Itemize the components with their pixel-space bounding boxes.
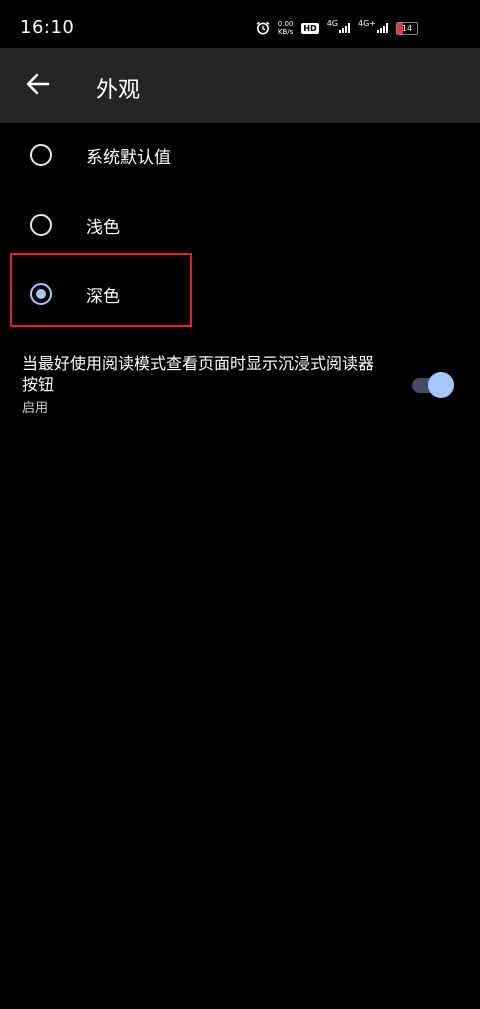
radio-button[interactable]	[30, 214, 52, 236]
setting-immersive-reader[interactable]: 当最好使用阅读模式查看页面时显示沉浸式阅读器按钮 启用	[0, 350, 480, 422]
arrow-left-icon	[25, 71, 51, 101]
toggle-thumb	[428, 372, 454, 398]
status-bar: 16:10 0.00 KB/s HD 4G 4G+ 14	[0, 0, 480, 48]
sim2-network-type: 4G+	[358, 19, 376, 28]
network-speed-unit: KB/s	[277, 28, 294, 36]
network-speed-value: 0.00	[277, 20, 294, 28]
page-title: 外观	[96, 78, 141, 103]
setting-summary: 启用	[22, 401, 49, 416]
sim1-signal: 4G	[327, 19, 350, 33]
hd-icon: HD	[301, 22, 319, 34]
back-button[interactable]	[18, 66, 58, 106]
status-icons: 0.00 KB/s HD 4G 4G+ 14	[256, 18, 418, 38]
radio-button[interactable]	[30, 144, 52, 166]
sim2-signal: 4G+	[358, 19, 388, 33]
option-light[interactable]: 浅色	[0, 193, 480, 262]
battery-level: 14	[401, 23, 413, 33]
option-label: 浅色	[86, 218, 120, 238]
option-label: 系统默认值	[86, 148, 171, 168]
setting-title: 当最好使用阅读模式查看页面时显示沉浸式阅读器按钮	[22, 354, 375, 394]
signal-bars-icon	[377, 23, 388, 33]
screen: 16:10 0.00 KB/s HD 4G 4G+ 14 外观 系统默认值 浅色…	[0, 0, 480, 1009]
sim1-network-type: 4G	[326, 19, 338, 28]
option-label: 深色	[86, 287, 120, 307]
radio-button-checked[interactable]	[30, 283, 52, 305]
network-speed: 0.00 KB/s	[278, 20, 294, 36]
option-dark[interactable]: 深色	[0, 262, 480, 331]
immersive-reader-toggle[interactable]	[410, 372, 456, 398]
battery-icon: 14	[396, 21, 418, 35]
status-time: 16:10	[20, 17, 75, 38]
app-bar: 外观	[0, 48, 480, 123]
alarm-icon	[256, 21, 270, 35]
option-system-default[interactable]: 系统默认值	[0, 123, 480, 192]
signal-bars-icon	[339, 23, 350, 33]
